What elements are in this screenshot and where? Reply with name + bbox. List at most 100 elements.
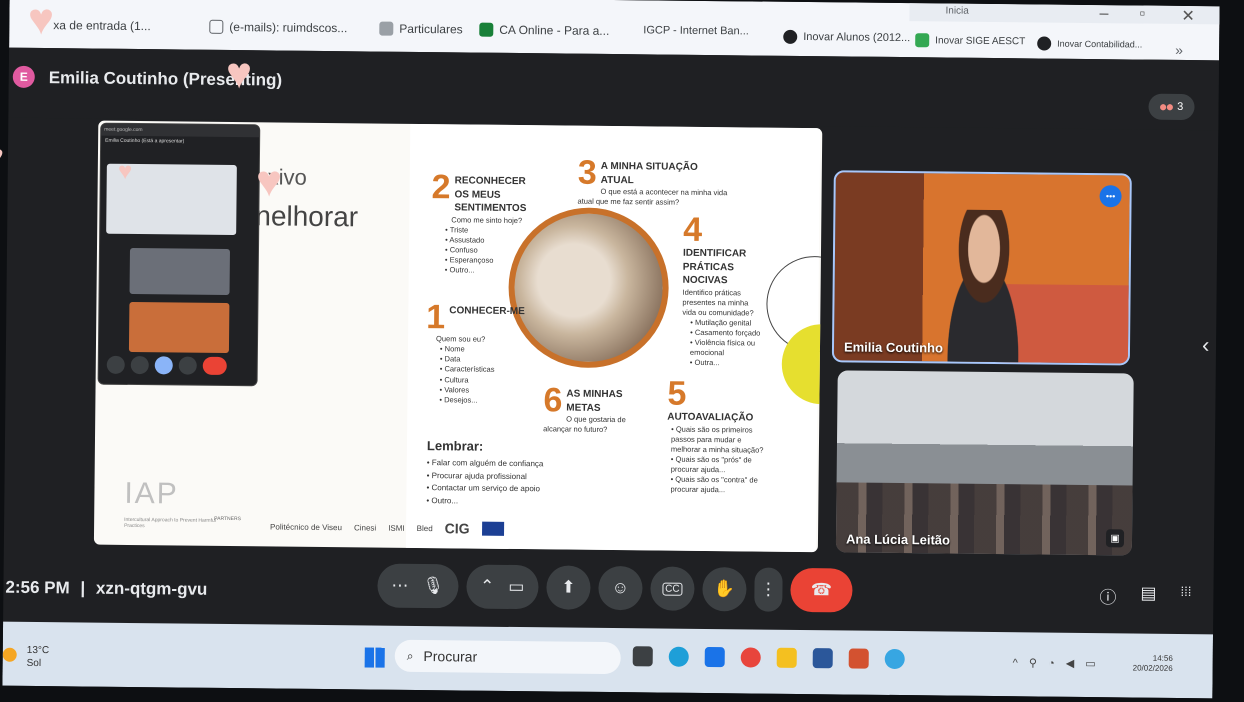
file-explorer-icon[interactable]: [776, 647, 797, 668]
more-vert-icon: ⋮: [759, 579, 777, 599]
chrome-icon[interactable]: [740, 647, 761, 668]
step-5: 5 Autoavaliação Quais são os primeiros p…: [666, 375, 767, 496]
start-icon[interactable]: [364, 647, 385, 668]
bookmark-emails[interactable]: (e-mails): ruimdscos...: [209, 19, 347, 35]
sige-icon: [915, 33, 930, 48]
chevron-up-icon[interactable]: ⌃: [480, 577, 494, 597]
bookmark-label: IGCP - Internet Ban...: [643, 24, 749, 38]
more-icon[interactable]: [178, 356, 197, 375]
minimize-icon[interactable]: –: [1099, 5, 1108, 23]
mic-icon[interactable]: 🎙: [422, 576, 444, 596]
step-number: 2: [431, 168, 451, 207]
info-icon[interactable]: ⓘ: [1099, 583, 1116, 608]
meeting-time: 2:56 PM: [5, 577, 70, 598]
tab-title[interactable]: Inicia: [945, 5, 968, 16]
side-panel-chevron-icon[interactable]: ‹: [1202, 332, 1210, 358]
close-icon[interactable]: ✕: [1181, 6, 1195, 26]
present-button[interactable]: ⬆: [546, 565, 591, 610]
list-item: • Falar com alguém de confiança: [426, 457, 544, 469]
bookmark-inovar-sige[interactable]: Inovar SIGE AESCT: [915, 33, 1025, 48]
participant-tile-emilia[interactable]: ••• Emilia Coutinho: [831, 170, 1132, 366]
powerpoint-icon[interactable]: [848, 648, 869, 669]
list-item: Valores: [439, 385, 525, 396]
bookmark-inovar-alunos[interactable]: Inovar Alunos (2012...: [783, 29, 910, 45]
camera-icon[interactable]: ▭: [508, 577, 524, 597]
step-question: O que está a acontecer na minha vida atu…: [577, 186, 728, 207]
separator: |: [80, 578, 86, 598]
chat-icon[interactable]: ▤: [1140, 584, 1156, 609]
bookmark-inbox[interactable]: xa de entrada (1...: [53, 18, 151, 33]
bookmark-label: CA Online - Para a...: [499, 22, 610, 38]
end-call-icon: ☎: [810, 580, 833, 600]
camera-icon[interactable]: [130, 355, 149, 375]
pip-room-thumbnail: [129, 247, 230, 296]
folder-icon: [379, 21, 394, 36]
audio-indicator-icon[interactable]: •••: [1099, 185, 1122, 208]
globe-icon: [783, 29, 798, 44]
restore-icon[interactable]: ▫: [1139, 6, 1145, 24]
word-icon[interactable]: [812, 648, 833, 669]
present-icon[interactable]: [154, 356, 173, 375]
taskbar-clock[interactable]: 14:56 20/02/2026: [1133, 653, 1173, 674]
taskbar-search[interactable]: ⌕ Procurar: [394, 639, 621, 675]
step-6: 6 As minhas metas O que gostaria de alca…: [543, 381, 654, 435]
captions-button[interactable]: CC: [650, 566, 695, 611]
partner-logo: Cinesi: [353, 522, 377, 533]
heart-decoration: ♥: [118, 158, 133, 185]
task-view-icon[interactable]: [632, 646, 653, 667]
step-list: Nome Data Características Cultura Valore…: [425, 344, 526, 406]
activities-icon[interactable]: ⁞⁞⁞: [1180, 584, 1191, 609]
step-3: 3 A minha situação atual O que está a ac…: [577, 153, 728, 209]
system-tray[interactable]: ^ ⚲ ◔ ◀ ▭: [1013, 656, 1100, 670]
ca-leaf-icon: [479, 22, 494, 37]
more-options-button[interactable]: ⋮: [754, 567, 783, 612]
participant-name: Emilia Coutinho: [843, 339, 944, 356]
step-number: 1: [426, 298, 446, 337]
windows-taskbar: 13°C Sol ⌕ Procurar ^ ⚲ ◔ ◀ ▭ 14:56 20/0…: [2, 621, 1214, 699]
mic-icon[interactable]: [106, 355, 125, 374]
list-item: Características: [440, 365, 526, 376]
partners-label: PARTNERS: [214, 515, 241, 523]
step-number: 3: [577, 153, 597, 192]
leave-call-button[interactable]: ☎: [790, 567, 853, 613]
more-bookmarks-button[interactable]: »: [1175, 42, 1183, 58]
list-item: • Outro...: [426, 496, 459, 506]
participant-name: Ana Lúcia Leitão: [845, 531, 951, 548]
bookmark-ca-online[interactable]: CA Online - Para a...: [479, 22, 610, 38]
list-item: Quais são os "contra" de procurar ajuda.…: [670, 475, 766, 496]
weather-widget[interactable]: 13°C Sol: [27, 644, 50, 670]
store-icon[interactable]: [704, 646, 725, 668]
bookmark-particulares[interactable]: Particulares: [379, 21, 463, 37]
iap-logo: IAP: [124, 476, 179, 511]
heart-decoration: ♥: [256, 157, 283, 206]
ie-icon[interactable]: [884, 648, 905, 670]
present-icon: ⬆: [561, 577, 576, 597]
step-4: 4 Identificar práticas nocivas Identific…: [682, 211, 764, 369]
heart-decoration: ♥: [226, 49, 253, 98]
bookmark-igcp[interactable]: IGCP - Internet Ban...: [643, 24, 749, 37]
search-icon: ⌕: [406, 648, 414, 663]
end-call-icon[interactable]: [202, 356, 227, 375]
participant-video: [927, 209, 1040, 366]
step-1: 1 Conhecer-me Quem sou eu? Nome Data Car…: [425, 298, 526, 406]
participant-tile-ana[interactable]: Ana Lúcia Leitão ▣: [835, 370, 1134, 556]
bookmark-label: xa de entrada (1...: [53, 18, 151, 34]
participants-badge[interactable]: ⬤⬤ 3: [1148, 93, 1195, 121]
sun-icon: [2, 647, 17, 662]
reactions-button[interactable]: ☺: [598, 565, 643, 611]
bookmark-inovar-contab[interactable]: Inovar Contabilidad...: [1037, 36, 1142, 51]
partner-logos: Politécnico de Viseu Cinesi ISMI Bled CI…: [270, 518, 504, 537]
cast-icon[interactable]: ▣: [1105, 529, 1125, 548]
edge-icon[interactable]: [668, 646, 689, 667]
partner-logo: ISMI: [388, 523, 405, 533]
heart-decoration: ♥: [0, 142, 4, 172]
remember-title: Lembrar:: [426, 438, 484, 454]
presenter-avatar: E: [12, 65, 35, 88]
partner-logo: Politécnico de Viseu: [270, 521, 343, 532]
list-item: • Contactar um serviço de apoio: [426, 483, 541, 494]
more-audio-options-icon[interactable]: ⋯: [391, 576, 408, 596]
raise-hand-button[interactable]: ✋: [702, 566, 747, 612]
list-item: Quais são os "prós" de procurar ajuda...: [671, 455, 767, 476]
bookmark-label: Particulares: [399, 21, 463, 37]
step-list: Mutilação genital Casamento forçado Viol…: [682, 318, 763, 369]
